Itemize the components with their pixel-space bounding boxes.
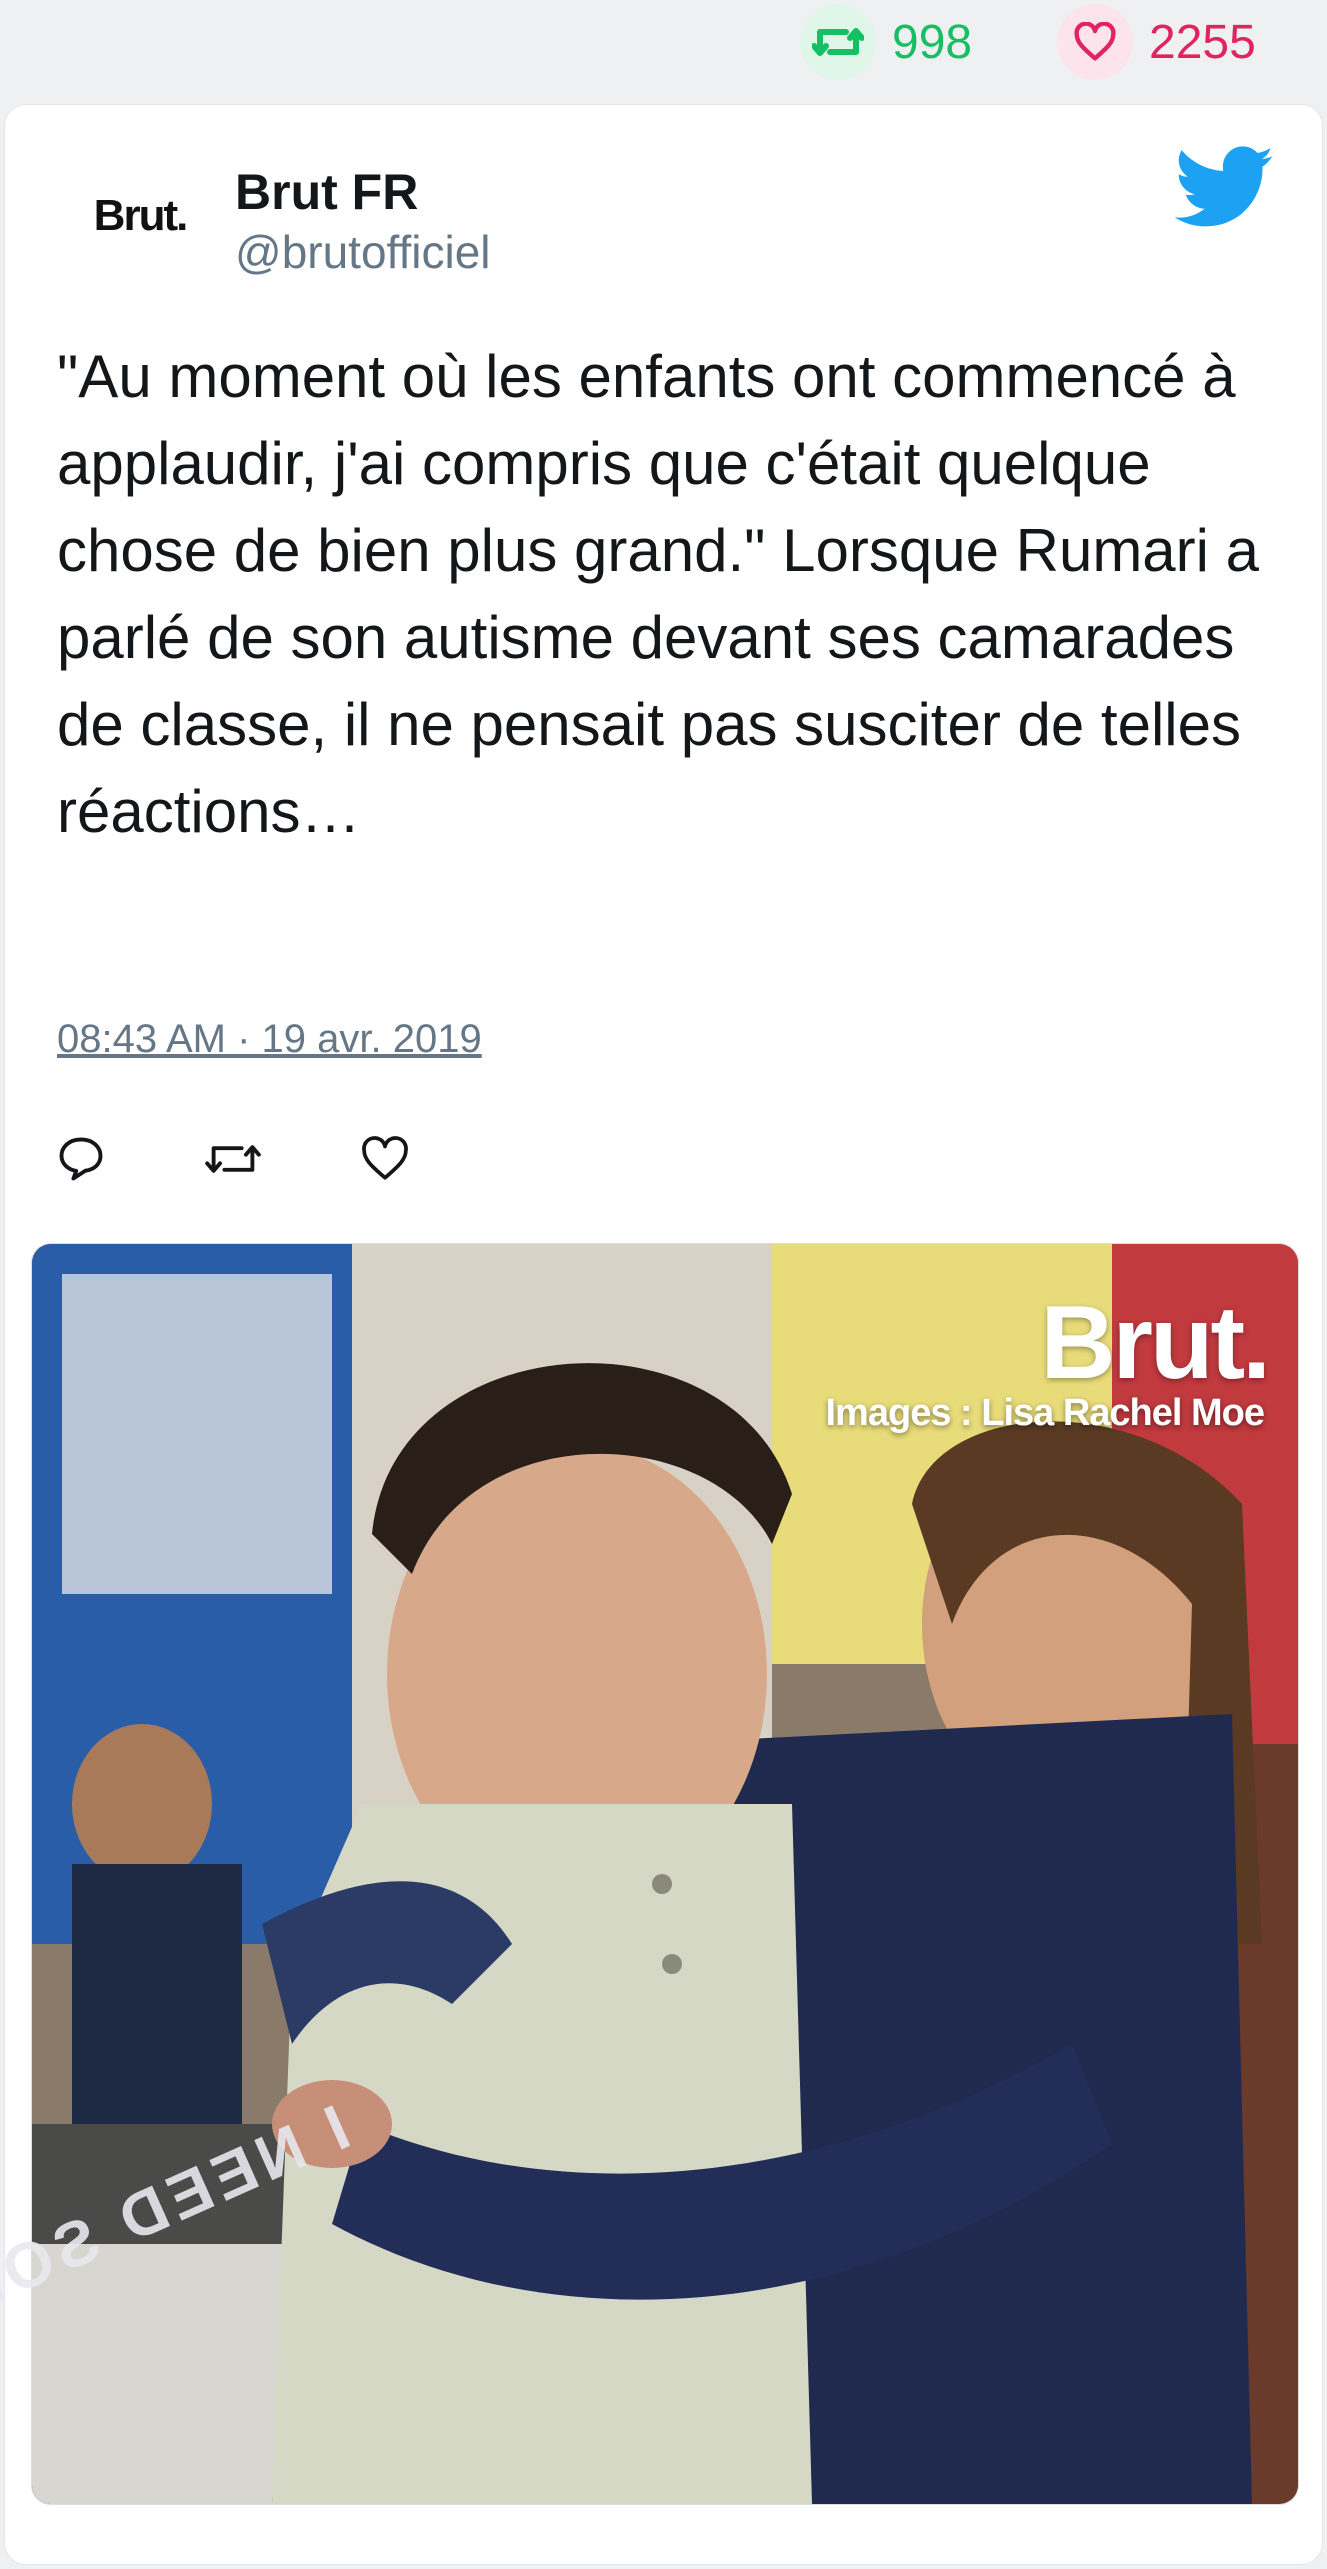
user-handle[interactable]: @brutofficiel [235,225,491,279]
tweet-media-video-frame[interactable]: Brut. Images : Lisa Rachel Moe [31,1243,1299,2505]
watermark-brand: Brut. [1040,1285,1271,1401]
stats-bar: 998 2255 [0,0,1327,100]
twitter-bird-icon[interactable] [1174,143,1275,233]
tweet-text: "Au moment où les enfants ont commencé à… [57,343,1260,845]
heart-icon[interactable] [1057,4,1133,80]
reply-icon[interactable] [53,1131,109,1187]
display-name[interactable]: Brut FR [235,163,418,221]
like-count-value: 2255 [1149,15,1256,69]
tweet-timestamp[interactable]: 08:43 AM · 19 avr. 2019 [57,1017,482,1062]
like-count[interactable]: 2255 [1057,0,1256,84]
watermark-credit: Images : Lisa Rachel Moe [825,1392,1265,1434]
retweet-count[interactable]: 998 [800,0,972,84]
avatar-logo-text: Brut. [93,191,189,240]
avatar[interactable]: Brut. [55,151,225,281]
retweet-icon[interactable] [800,4,876,80]
retweet-icon[interactable] [205,1131,261,1187]
retweet-count-value: 998 [892,15,973,69]
tweet-actions [53,1131,509,1187]
heart-icon[interactable] [357,1131,413,1187]
